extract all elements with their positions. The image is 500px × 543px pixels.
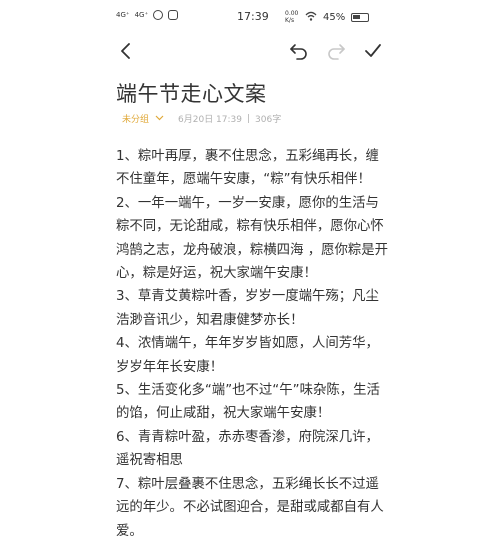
network-indicator-2: 4G⁺ bbox=[134, 11, 149, 19]
paragraph-4: 4、浓情端午，年年岁岁皆如愿，人间芳华，岁岁年年长安康！ bbox=[116, 336, 379, 375]
note-title[interactable]: 端午节走心文案 bbox=[116, 78, 267, 108]
paragraph-5: 5、生活变化多“端”也不过“午”味杂陈，生活的馅，何止咸甜，祝大家端午安康！ bbox=[116, 383, 380, 422]
undo-icon bbox=[290, 44, 307, 60]
paragraph-3: 3、草青艾黄粽叶香，岁岁一度端午殇；凡尘浩渺音讯少，知君康健梦亦长！ bbox=[116, 289, 379, 328]
app-notification-icon bbox=[168, 10, 179, 20]
paragraph-2: 2、一年一端午，一岁一安康，愿你的生活与粽不同，无论甜咸，粽有快乐相伴，愿你心怀… bbox=[116, 195, 389, 282]
battery-percent: 45% bbox=[323, 11, 346, 23]
battery-icon bbox=[351, 12, 370, 22]
meta-separator: | bbox=[247, 113, 251, 124]
done-button[interactable] bbox=[360, 38, 386, 64]
editor-toolbar bbox=[0, 34, 500, 66]
wifi-icon bbox=[305, 11, 317, 24]
status-left: 4G⁺ 4G⁺ bbox=[116, 10, 179, 20]
paragraph-7: 7、粽叶层叠裹不住思念，五彩绳长长不过遥远的年少。不必试图迎合，是甜或咸都自有人… bbox=[116, 476, 384, 539]
redo-button[interactable] bbox=[323, 38, 349, 64]
network-indicator-1: 4G⁺ bbox=[116, 11, 130, 19]
paragraph-1: 1、粽叶再厚，裹不住思念，五彩绳再长，缠不住童年，愿端午安康，“粽”有快乐相伴！ bbox=[116, 149, 379, 188]
redo-icon bbox=[328, 44, 345, 60]
back-button[interactable] bbox=[113, 38, 139, 64]
note-date: 6月20日 17:39 bbox=[178, 115, 242, 125]
status-bar: 4G⁺ 4G⁺ 17:39 0.00 K/s 45% bbox=[0, 0, 500, 34]
message-icon bbox=[153, 10, 164, 20]
paragraph-6: 6、青青粽叶盈，赤赤枣香渗，府院深几许，遥祝寄相思 bbox=[116, 429, 379, 469]
category-selector[interactable]: 未分组 bbox=[122, 112, 149, 125]
data-speed: 0.00 K/s bbox=[285, 10, 299, 24]
chevron-left-icon bbox=[121, 43, 130, 59]
check-icon bbox=[365, 44, 381, 57]
chevron-down-icon[interactable] bbox=[155, 114, 164, 124]
status-right: 0.00 K/s 45% bbox=[285, 10, 370, 24]
note-body[interactable]: 1、粽叶再厚，裹不住思念，五彩绳再长，缠不住童年，愿端午安康，“粽”有快乐相伴！… bbox=[116, 145, 392, 543]
word-count: 306字 bbox=[255, 115, 282, 125]
undo-button[interactable] bbox=[286, 38, 312, 64]
note-meta: 未分组 6月20日 17:39 | 306字 bbox=[122, 112, 282, 126]
status-time: 17:39 bbox=[237, 10, 269, 23]
